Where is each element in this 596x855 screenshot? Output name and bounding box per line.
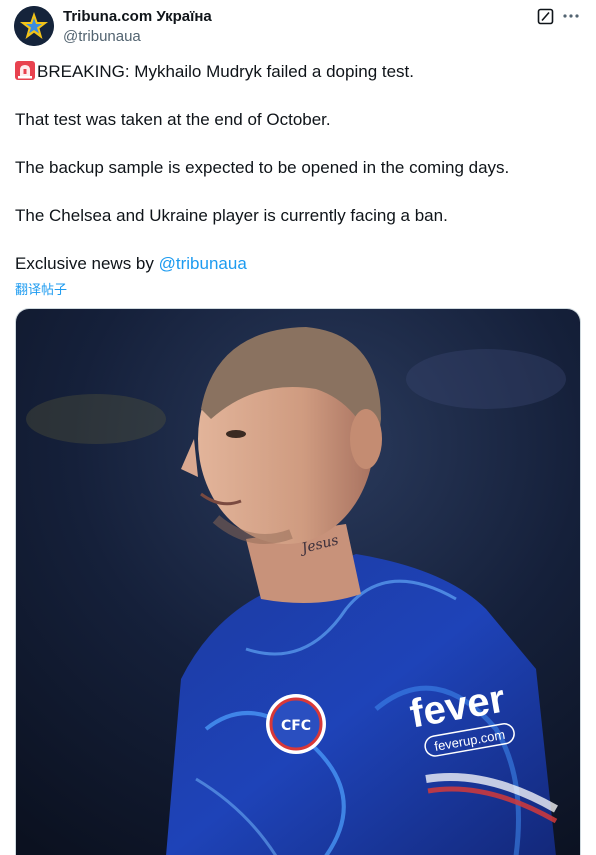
tweet: Tribuna.com Україна @tribunaua BREAKING:…: [0, 0, 596, 855]
post-line-3: The backup sample is expected to be open…: [15, 158, 510, 177]
grok-icon: [537, 8, 554, 25]
post-line-2: That test was taken at the end of Octobe…: [15, 110, 331, 129]
svg-text:CFC: CFC: [281, 718, 311, 734]
more-dots-icon: [563, 14, 579, 18]
post-line-5: Exclusive news by @tribunaua: [15, 253, 247, 275]
player-photo: Only Jesus CFC fever feverup.com: [16, 309, 580, 855]
post-image[interactable]: Only Jesus CFC fever feverup.com: [15, 308, 581, 855]
post-line-4: The Chelsea and Ukraine player is curren…: [15, 206, 448, 225]
siren-emoji: [15, 61, 35, 80]
mention-link[interactable]: @tribunaua: [159, 254, 247, 273]
translate-post-link[interactable]: 翻译帖子: [15, 279, 67, 298]
author-name[interactable]: Tribuna.com Україна: [63, 8, 212, 25]
author-handle[interactable]: @tribunaua: [63, 28, 141, 45]
star-avatar-icon: [14, 6, 54, 46]
post-line-breaking: BREAKING: Mykhailo Mudryk failed a dopin…: [15, 61, 414, 83]
author-avatar[interactable]: [14, 6, 54, 46]
more-button[interactable]: [562, 9, 580, 23]
post-line-1: BREAKING: Mykhailo Mudryk failed a dopin…: [37, 62, 414, 81]
exclusive-prefix: Exclusive news by: [15, 254, 159, 273]
grok-button[interactable]: [537, 8, 554, 25]
